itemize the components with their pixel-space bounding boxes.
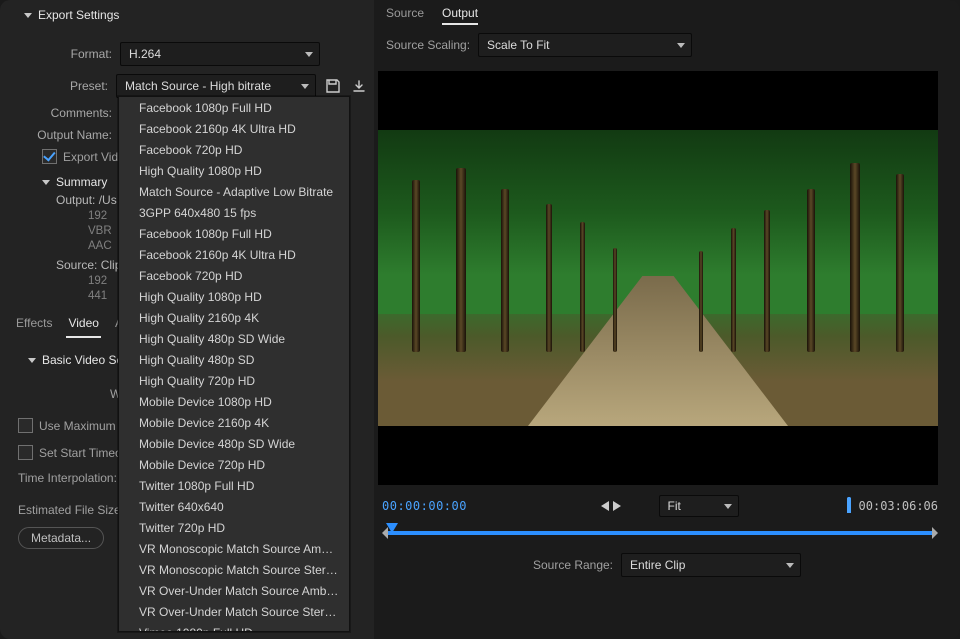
timecode-duration: 00:03:06:06 bbox=[859, 499, 938, 513]
chevron-down-icon bbox=[24, 13, 32, 18]
tab-effects[interactable]: Effects bbox=[14, 316, 54, 338]
timecode-current[interactable]: 00:00:00:00 bbox=[382, 499, 467, 513]
preset-option[interactable]: Match Source - Adaptive Low Bitrate bbox=[119, 181, 349, 202]
chevron-down-icon bbox=[28, 358, 36, 363]
preset-option[interactable]: Facebook 720p HD bbox=[119, 139, 349, 160]
preset-option[interactable]: High Quality 1080p HD bbox=[119, 160, 349, 181]
next-frame-icon[interactable] bbox=[613, 501, 621, 511]
time-interp-label: Time Interpolation: bbox=[18, 471, 117, 485]
preset-option[interactable]: Twitter 1080p Full HD bbox=[119, 475, 349, 496]
zoom-fit-select[interactable]: Fit bbox=[659, 495, 739, 517]
export-settings-title: Export Settings bbox=[38, 8, 119, 22]
preset-option[interactable]: Mobile Device 480p SD Wide bbox=[119, 433, 349, 454]
save-preset-icon[interactable] bbox=[324, 77, 342, 95]
preview-area[interactable] bbox=[378, 71, 938, 485]
metadata-button[interactable]: Metadata... bbox=[18, 527, 104, 549]
preset-option[interactable]: VR Monoscopic Match Source Stereo Audio bbox=[119, 559, 349, 580]
export-settings-header[interactable]: Export Settings bbox=[0, 8, 374, 22]
comments-label: Comments: bbox=[0, 106, 120, 120]
preset-option[interactable]: Facebook 2160p 4K Ultra HD bbox=[119, 244, 349, 265]
preset-option[interactable]: Facebook 2160p 4K Ultra HD bbox=[119, 118, 349, 139]
preset-option[interactable]: High Quality 2160p 4K bbox=[119, 307, 349, 328]
preset-label: Preset: bbox=[0, 79, 116, 93]
est-label: Estimated File Size: bbox=[18, 503, 124, 517]
preset-option[interactable]: Twitter 720p HD bbox=[119, 517, 349, 538]
tab-video[interactable]: Video bbox=[66, 316, 100, 338]
app-root: Export Settings Format: H.264 Preset: Ma… bbox=[0, 0, 960, 639]
format-select[interactable]: H.264 bbox=[120, 42, 320, 66]
chevron-down-icon bbox=[786, 563, 794, 568]
preset-option[interactable]: High Quality 480p SD bbox=[119, 349, 349, 370]
preset-option[interactable]: 3GPP 640x480 15 fps bbox=[119, 202, 349, 223]
start-tc-checkbox[interactable] bbox=[18, 445, 33, 460]
preset-option[interactable]: VR Monoscopic Match Source Ambisonics bbox=[119, 538, 349, 559]
preset-option[interactable]: Vimeo 1080p Full HD bbox=[119, 622, 349, 631]
preset-option[interactable]: Facebook 1080p Full HD bbox=[119, 223, 349, 244]
preset-option[interactable]: High Quality 480p SD Wide bbox=[119, 328, 349, 349]
right-panel: Source Output Source Scaling: Scale To F… bbox=[374, 0, 960, 639]
playhead[interactable] bbox=[386, 523, 398, 533]
chevron-down-icon bbox=[42, 180, 50, 185]
source-range-label: Source Range: bbox=[533, 558, 613, 572]
prev-frame-icon[interactable] bbox=[601, 501, 609, 511]
preset-dropdown[interactable]: Facebook 1080p Full HDFacebook 2160p 4K … bbox=[118, 96, 350, 632]
chevron-down-icon bbox=[724, 504, 732, 509]
preset-select[interactable]: Match Source - High bitrate bbox=[116, 74, 316, 98]
summary-title: Summary bbox=[56, 175, 107, 189]
format-label: Format: bbox=[0, 47, 120, 61]
source-scaling-select[interactable]: Scale To Fit bbox=[478, 33, 692, 57]
preset-option[interactable]: Mobile Device 720p HD bbox=[119, 454, 349, 475]
preset-option[interactable]: Facebook 1080p Full HD bbox=[119, 97, 349, 118]
preset-option[interactable]: High Quality 720p HD bbox=[119, 370, 349, 391]
chevron-down-icon bbox=[305, 52, 313, 57]
preset-option[interactable]: High Quality 1080p HD bbox=[119, 286, 349, 307]
tab-output[interactable]: Output bbox=[442, 6, 478, 25]
export-video-checkbox[interactable] bbox=[42, 149, 57, 164]
preset-option[interactable]: VR Over-Under Match Source Stereo Audio bbox=[119, 601, 349, 622]
slider-track bbox=[386, 531, 934, 535]
crop-icon[interactable] bbox=[847, 497, 851, 513]
source-range-select[interactable]: Entire Clip bbox=[621, 553, 801, 577]
chevron-down-icon bbox=[677, 43, 685, 48]
preset-option[interactable]: Facebook 720p HD bbox=[119, 265, 349, 286]
source-scaling-label: Source Scaling: bbox=[386, 38, 470, 52]
preset-option[interactable]: Twitter 640x640 bbox=[119, 496, 349, 517]
output-name-label: Output Name: bbox=[0, 128, 120, 142]
out-point-handle[interactable] bbox=[932, 527, 938, 539]
timeline-controls: 00:00:00:00 Fit 00:03:06:06 bbox=[374, 489, 960, 521]
chevron-down-icon bbox=[301, 84, 309, 89]
import-preset-icon[interactable] bbox=[350, 77, 368, 95]
preview-image bbox=[378, 130, 938, 426]
preset-option[interactable]: VR Over-Under Match Source Ambisonics bbox=[119, 580, 349, 601]
left-panel: Export Settings Format: H.264 Preset: Ma… bbox=[0, 0, 374, 639]
tab-source[interactable]: Source bbox=[386, 6, 424, 25]
timeline-slider[interactable] bbox=[382, 523, 938, 543]
preset-option[interactable]: Mobile Device 1080p HD bbox=[119, 391, 349, 412]
max-render-checkbox[interactable] bbox=[18, 418, 33, 433]
preset-option[interactable]: Mobile Device 2160p 4K bbox=[119, 412, 349, 433]
